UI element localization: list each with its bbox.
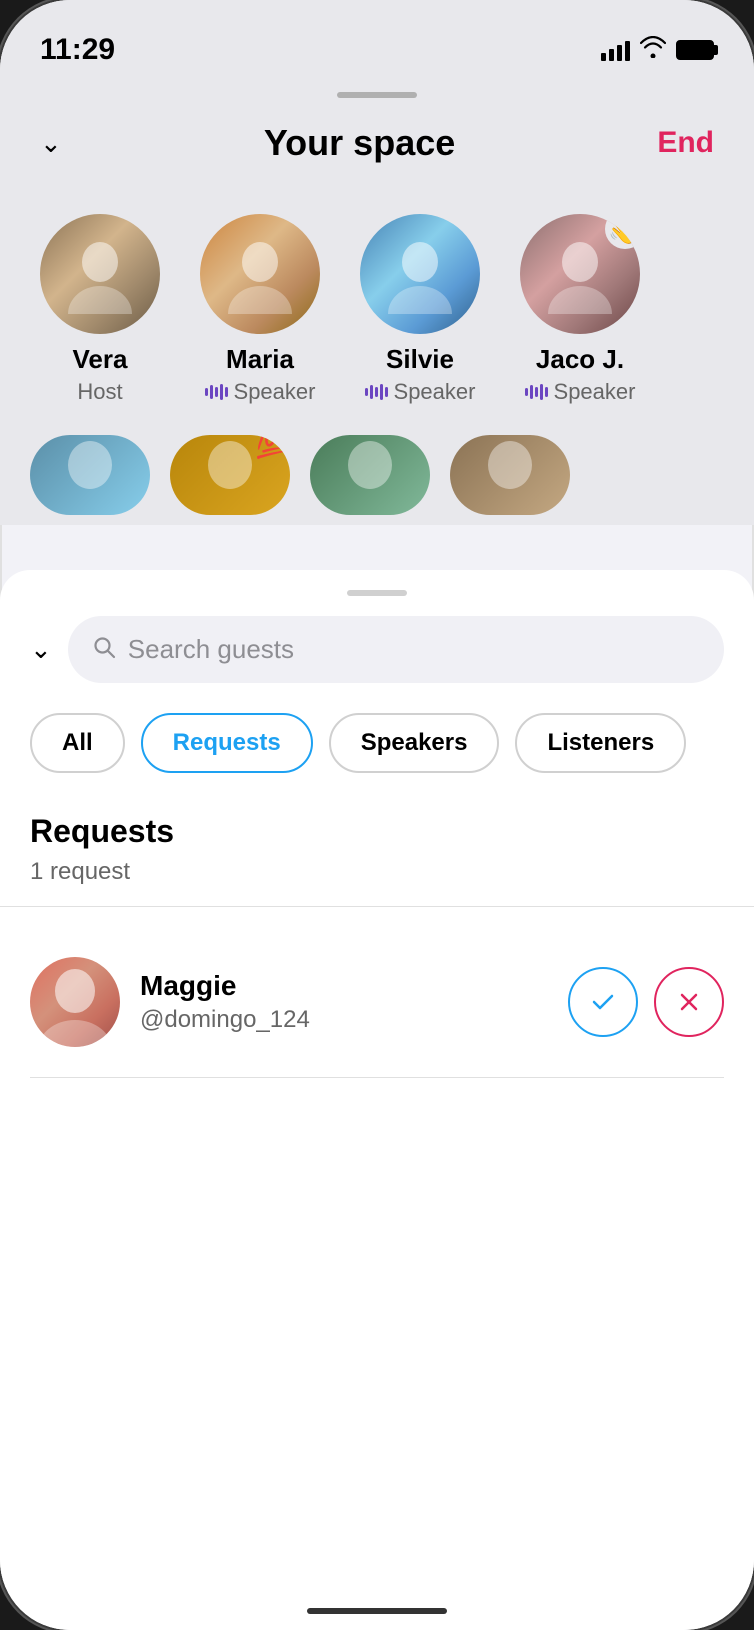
request-actions-maggie bbox=[568, 967, 724, 1037]
search-icon bbox=[92, 635, 116, 665]
avatar-vera bbox=[40, 214, 160, 334]
avatar-partial-4[interactable] bbox=[450, 435, 570, 515]
speaker-role-maria: Speaker bbox=[205, 379, 316, 405]
header-collapse-button[interactable]: ⌄ bbox=[40, 128, 62, 159]
speaker-item-vera[interactable]: Vera Host bbox=[30, 214, 170, 405]
filter-tabs: All Requests Speakers Listeners bbox=[30, 713, 724, 773]
request-handle-maggie: @domingo_124 bbox=[140, 1006, 548, 1034]
space-title: Your space bbox=[264, 122, 455, 164]
requests-section: Requests 1 request bbox=[30, 813, 724, 907]
home-bar bbox=[307, 1608, 447, 1614]
avatar-partial-1[interactable] bbox=[30, 435, 150, 515]
avatar-partial-3[interactable] bbox=[310, 435, 430, 515]
search-bar[interactable]: Search guests bbox=[68, 616, 724, 683]
bottom-sheet-drag-handle bbox=[347, 590, 407, 596]
mic-icon-jaco bbox=[525, 384, 548, 400]
speaker-name-silvie: Silvie bbox=[386, 344, 454, 375]
speaker-name-vera: Vera bbox=[73, 344, 128, 375]
request-item-maggie: Maggie @domingo_124 bbox=[30, 927, 724, 1078]
signal-icon bbox=[601, 39, 630, 61]
role-label-vera: Host bbox=[77, 379, 122, 405]
accept-button-maggie[interactable] bbox=[568, 967, 638, 1037]
speaker-item-maria[interactable]: Maria Speaker bbox=[190, 214, 330, 405]
speaker-item-jaco[interactable]: 👋 Jaco J. Speaker bbox=[510, 214, 650, 405]
role-label-jaco: Speaker bbox=[554, 379, 636, 405]
phone-frame: 11:29 ⌄ Your space End bbox=[0, 0, 754, 1630]
speaker-role-vera: Host bbox=[77, 379, 122, 405]
speaker-role-jaco: Speaker bbox=[525, 379, 636, 405]
speakers-row2: 💯 bbox=[0, 435, 754, 525]
wave-badge: 👋 bbox=[605, 214, 640, 249]
wifi-icon bbox=[640, 36, 666, 64]
tab-speakers[interactable]: Speakers bbox=[329, 713, 500, 773]
status-icons bbox=[601, 36, 714, 64]
requests-count-label: 1 request bbox=[30, 858, 724, 886]
status-bar: 11:29 bbox=[0, 0, 754, 80]
tab-listeners[interactable]: Listeners bbox=[515, 713, 686, 773]
speakers-area: Vera Host Maria bbox=[0, 194, 754, 435]
search-row: ⌄ Search guests bbox=[30, 616, 724, 683]
bottom-sheet-handle-container bbox=[30, 590, 724, 596]
speaker-name-maria: Maria bbox=[226, 344, 294, 375]
sheet-chevron-button[interactable]: ⌄ bbox=[30, 634, 52, 665]
role-label-silvie: Speaker bbox=[394, 379, 476, 405]
request-info-maggie: Maggie @domingo_124 bbox=[140, 970, 548, 1034]
status-time: 11:29 bbox=[40, 33, 115, 67]
tab-all[interactable]: All bbox=[30, 713, 125, 773]
speaker-item-silvie[interactable]: Silvie Speaker bbox=[350, 214, 490, 405]
avatar-partial-2[interactable]: 💯 bbox=[170, 435, 290, 515]
avatar-silvie bbox=[360, 214, 480, 334]
request-name-maggie: Maggie bbox=[140, 970, 548, 1002]
notch-area bbox=[0, 80, 754, 102]
speaker-name-jaco: Jaco J. bbox=[536, 344, 624, 375]
app-header: ⌄ Your space End bbox=[0, 102, 754, 194]
avatar-jaco: 👋 bbox=[520, 214, 640, 334]
bottom-sheet: ⌄ Search guests All Requests Speakers Li… bbox=[0, 570, 754, 1630]
mic-icon-maria bbox=[205, 384, 228, 400]
requests-section-title: Requests bbox=[30, 813, 724, 850]
role-label-maria: Speaker bbox=[234, 379, 316, 405]
avatar-maria bbox=[200, 214, 320, 334]
avatar-maggie bbox=[30, 957, 120, 1047]
reject-button-maggie[interactable] bbox=[654, 967, 724, 1037]
divider bbox=[0, 906, 754, 907]
search-input-placeholder: Search guests bbox=[128, 634, 294, 665]
tab-requests[interactable]: Requests bbox=[141, 713, 313, 773]
mic-icon-silvie bbox=[365, 384, 388, 400]
speaker-role-silvie: Speaker bbox=[365, 379, 476, 405]
battery-icon bbox=[676, 40, 714, 60]
end-button[interactable]: End bbox=[657, 126, 714, 160]
notch-handle bbox=[337, 92, 417, 98]
emoji-100: 💯 bbox=[255, 435, 290, 460]
